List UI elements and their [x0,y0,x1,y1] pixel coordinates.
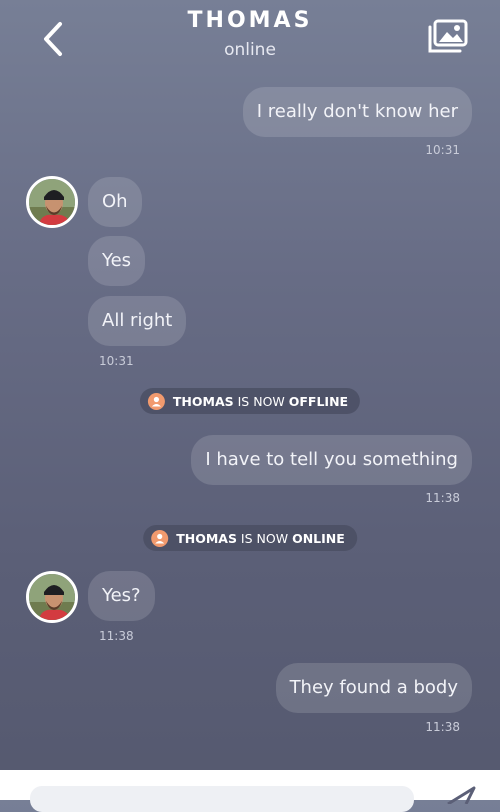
status-notice-state: ONLINE [292,530,345,546]
message-bubble-outgoing[interactable]: I have to tell you something [191,435,472,485]
message-bubble-outgoing[interactable]: They found a body [275,663,472,713]
message-timestamp: 11:38 [425,491,460,505]
status-notice-online: THOMAS IS NOW ONLINE [143,525,357,551]
message-composer [0,770,500,812]
message-bubble-incoming[interactable]: Yes [88,236,146,286]
gallery-button[interactable] [426,18,470,58]
message-timestamp: 11:38 [99,629,134,643]
avatar-photo-icon [29,574,75,620]
contact-name: THOMAS [187,8,313,33]
chat-header: THOMAS online [0,0,500,70]
message-timestamp: 10:31 [425,143,460,157]
user-icon [147,392,165,410]
send-arrow-icon [447,786,476,806]
message-input[interactable] [30,786,414,812]
avatar-photo-icon [29,179,75,225]
message-timestamp: 10:31 [99,354,134,368]
contact-status: online [224,40,276,60]
message-bubble-outgoing[interactable]: I really don't know her [242,87,472,137]
status-notice-name: THOMAS [172,393,234,409]
message-bubble-incoming[interactable]: Yes? [88,571,155,621]
status-notice-text: IS NOW [240,530,289,546]
send-button[interactable] [444,784,478,806]
message-timestamp: 11:38 [425,720,460,734]
status-notice-offline: THOMAS IS NOW OFFLINE [139,388,361,414]
message-bubble-incoming[interactable]: Oh [88,177,142,227]
status-notice-name: THOMAS [176,530,237,546]
message-bubble-incoming[interactable]: All right [88,296,187,346]
user-icon [151,529,169,547]
photo-gallery-icon [428,19,468,53]
contact-avatar[interactable] [26,571,78,623]
contact-avatar[interactable] [26,176,78,228]
status-notice-text: IS NOW [237,393,285,409]
status-notice-state: OFFLINE [288,393,349,409]
